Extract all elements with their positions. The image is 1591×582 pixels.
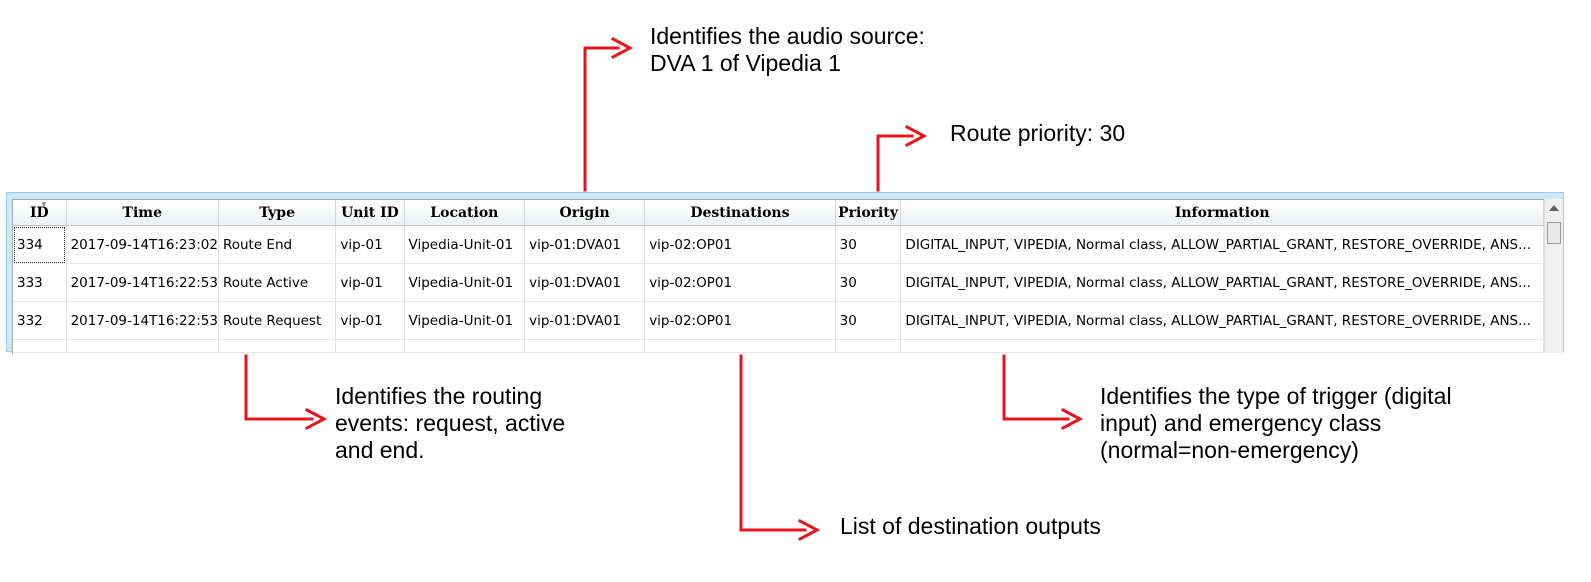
arrow-type [244,354,314,421]
arrow-destinations [739,354,807,532]
arrow-origin [583,46,620,192]
callout-arrows [244,36,1084,542]
arrow-information [1002,354,1070,421]
